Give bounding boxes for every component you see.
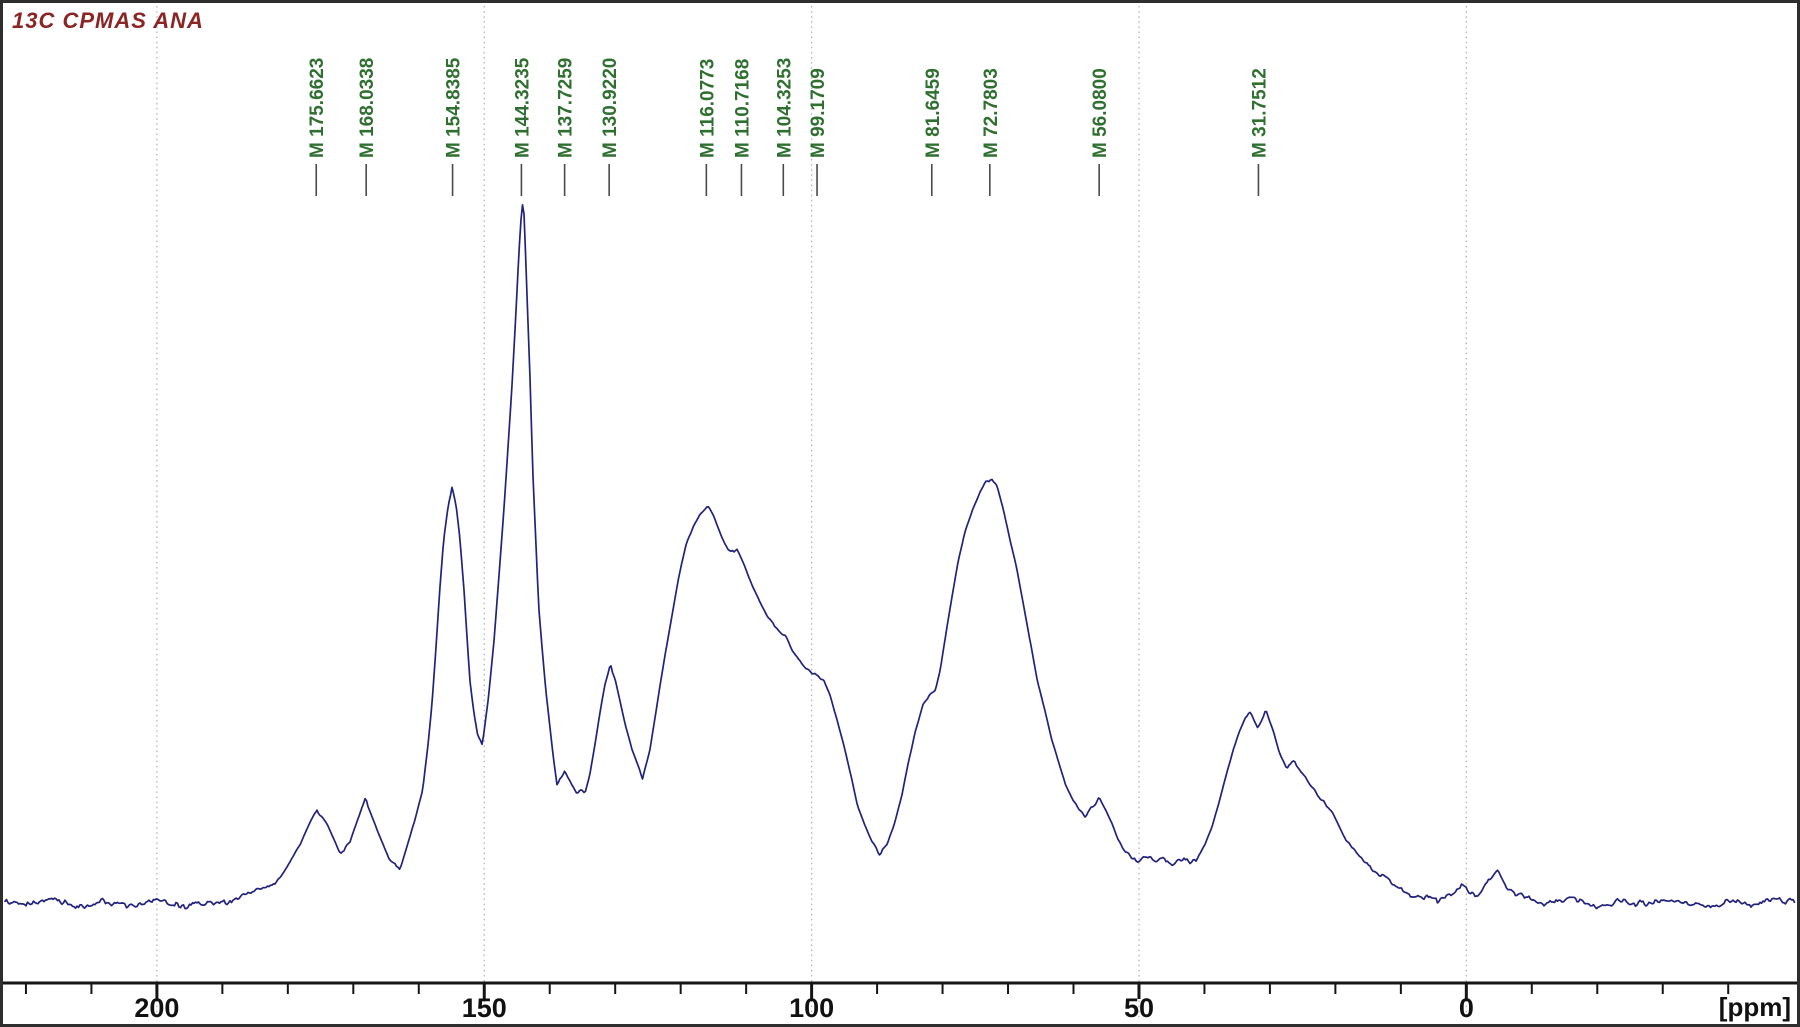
peak-label: M 137.7259 <box>556 58 577 158</box>
x-axis-tick-label-50: 50 <box>1124 993 1154 1023</box>
nmr-spectrum-figure: 200 150 100 50 0 [ppm] M 175.6623 M 168.0338 M 1… <box>0 0 1800 1027</box>
peak-label: M 110.7168 <box>732 59 753 158</box>
spectrum-plot: 200 150 100 50 0 [ppm] M 175.6623 M 168.0338 M 1… <box>0 0 1800 1027</box>
spectrum-title: 13C CPMAS ANA <box>12 8 204 34</box>
x-axis-tick-label-150: 150 <box>462 993 507 1023</box>
x-axis-tick-label-100: 100 <box>789 993 834 1023</box>
peak-label: M 72.7803 <box>981 68 1002 158</box>
peak-label: M 81.6459 <box>923 68 944 158</box>
x-axis-tick-label-200: 200 <box>134 993 179 1023</box>
peak-label: M 175.6623 <box>307 58 328 158</box>
peak-label: M 56.0800 <box>1090 68 1111 158</box>
x-axis-tick-label-0: 0 <box>1459 993 1474 1023</box>
peak-label: M 99.1709 <box>808 68 829 158</box>
peak-label: M 168.0338 <box>357 58 378 158</box>
peak-label: M 116.0773 <box>697 59 718 158</box>
peak-label: M 104.3253 <box>774 58 795 158</box>
peak-label: M 31.7512 <box>1249 68 1270 158</box>
peak-label: M 130.9220 <box>600 58 621 158</box>
x-axis-unit-label: [ppm] <box>1719 992 1791 1022</box>
spectrum-curve <box>5 205 1795 909</box>
peak-label: M 154.8385 <box>444 57 465 158</box>
peak-label: M 144.3235 <box>512 57 533 158</box>
